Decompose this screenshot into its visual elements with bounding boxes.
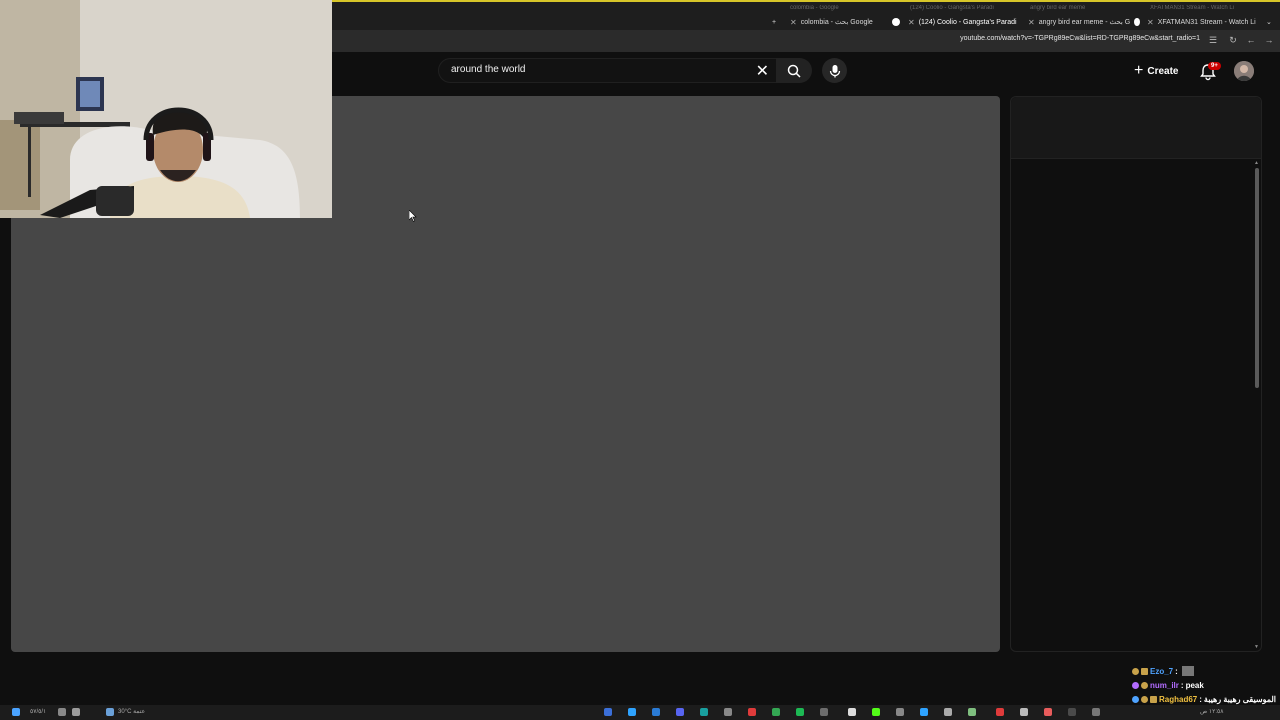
app-icon[interactable] [996, 708, 1004, 716]
stream-chat: Ezo_7 : num_ilr : peak Raghad67 : الموسي… [1132, 664, 1276, 706]
app-icon[interactable] [628, 708, 636, 716]
app-icon[interactable] [652, 708, 660, 716]
playlist-panel [1010, 96, 1262, 652]
tab-angry-bird[interactable]: ✕ angry bird ear meme - بحث G [1028, 14, 1140, 30]
search-icon [787, 64, 801, 78]
scrollbar-thumb[interactable] [1255, 168, 1259, 388]
app-icon[interactable] [1020, 708, 1028, 716]
voice-search-button[interactable] [822, 58, 847, 83]
playlist-header [1011, 97, 1261, 159]
taskbar-weather: 30°C عتمة [118, 709, 146, 715]
close-icon[interactable]: ✕ [1147, 18, 1154, 27]
plus-icon: + [1134, 62, 1144, 79]
badge-icon [1141, 681, 1148, 689]
create-button[interactable]: + Create [1134, 62, 1178, 80]
create-label: Create [1147, 65, 1179, 77]
taskbar-date: ٥٧/٥/١ [30, 709, 47, 715]
close-icon[interactable]: ✕ [908, 18, 915, 27]
close-icon[interactable]: ✕ [1028, 18, 1035, 27]
search-icon[interactable] [58, 708, 66, 716]
google-icon [892, 18, 900, 26]
badge-icon [1141, 667, 1148, 675]
search-button[interactable] [776, 58, 812, 83]
weather-icon [106, 708, 114, 716]
app-icon[interactable] [700, 708, 708, 716]
windows-taskbar: ٥٧/٥/١ 30°C عتمة ١٢:٥٨ ص [0, 705, 1280, 720]
chat-message: Raghad67 : الموسيقى رهيبة رهيبة [1132, 692, 1276, 706]
chat-username: Ezo_7 [1150, 666, 1174, 676]
app-icon[interactable] [968, 708, 976, 716]
badge-icon [1132, 667, 1139, 675]
back-icon[interactable]: ← [1244, 33, 1258, 47]
app-icon[interactable] [1092, 708, 1100, 716]
chat-message: num_ilr : peak [1132, 678, 1276, 692]
tab-xfatman[interactable]: ✕ XFATMAN31 Stream - Watch Li [1147, 14, 1259, 30]
app-icon[interactable] [944, 708, 952, 716]
emote-icon [1181, 666, 1194, 676]
spotify-icon[interactable] [796, 708, 804, 716]
tab-label: angry bird ear meme - بحث G [1038, 19, 1131, 26]
chevron-down-icon[interactable]: ⌄ [1266, 14, 1272, 30]
app-icon[interactable] [724, 708, 732, 716]
badge-icon [1150, 695, 1157, 703]
forward-icon[interactable]: → [1262, 33, 1276, 47]
avatar[interactable] [1234, 61, 1254, 81]
chat-separator: : [1199, 694, 1202, 704]
app-icon[interactable] [1044, 708, 1052, 716]
scroll-up-icon[interactable]: ▲ [1254, 160, 1260, 166]
chat-separator: : [1175, 666, 1178, 676]
discord-icon[interactable] [676, 708, 684, 716]
new-tab-button[interactable]: + [772, 14, 776, 30]
chat-message: Ezo_7 : [1132, 664, 1276, 678]
reload-icon[interactable]: ↻ [1226, 33, 1240, 47]
app-icon[interactable] [896, 708, 904, 716]
tab-coolio[interactable]: ✕ (124) Coolio - Gangsta's Paradi [908, 14, 1020, 30]
kick-icon[interactable] [872, 708, 880, 716]
badge-icon [1132, 695, 1139, 703]
notification-badge: 9+ [1208, 62, 1221, 70]
tab-label: colombia - بحث Google [800, 19, 873, 26]
app-icon[interactable] [604, 708, 612, 716]
webcam-overlay [0, 0, 332, 218]
chrome-icon[interactable] [772, 708, 780, 716]
app-icon[interactable] [1068, 708, 1076, 716]
badge-icon [1141, 695, 1148, 703]
chat-text: peak [1185, 680, 1204, 690]
mic-icon [829, 64, 840, 77]
search-input[interactable]: around the world [451, 64, 526, 75]
scroll-down-icon[interactable]: ▼ [1254, 644, 1260, 650]
taskbar-clock: ١٢:٥٨ ص [1200, 709, 1224, 715]
app-icon[interactable] [920, 708, 928, 716]
task-view-icon[interactable] [72, 708, 80, 716]
chat-username: Raghad67 [1159, 694, 1198, 704]
search-box[interactable]: around the world ✕ [438, 58, 778, 83]
google-icon [1134, 18, 1140, 26]
start-icon[interactable] [12, 708, 20, 716]
tab-colombia[interactable]: ✕ colombia - بحث Google [790, 14, 900, 30]
chat-username: num_ilr [1150, 680, 1179, 690]
tab-label: XFATMAN31 Stream - Watch Li [1157, 18, 1256, 26]
close-icon[interactable]: ✕ [756, 61, 769, 81]
chat-text: الموسيقى رهيبة رهيبة [1203, 694, 1276, 704]
badge-icon [1132, 681, 1139, 689]
tab-search-icon[interactable]: ☰ [1206, 33, 1220, 47]
app-icon[interactable] [748, 708, 756, 716]
chat-separator: : [1180, 680, 1184, 690]
mouse-cursor-icon [409, 210, 417, 222]
app-icon[interactable] [848, 708, 856, 716]
url-field[interactable]: youtube.com/watch?v=-TGPRg89eCw&list=RD-… [960, 35, 1200, 42]
app-icon[interactable] [820, 708, 828, 716]
screen: colombia - Google (124) Coolio - Gangsta… [0, 0, 1280, 720]
tab-label: (124) Coolio - Gangsta's Paradi [918, 18, 1017, 26]
close-icon[interactable]: ✕ [790, 18, 797, 27]
